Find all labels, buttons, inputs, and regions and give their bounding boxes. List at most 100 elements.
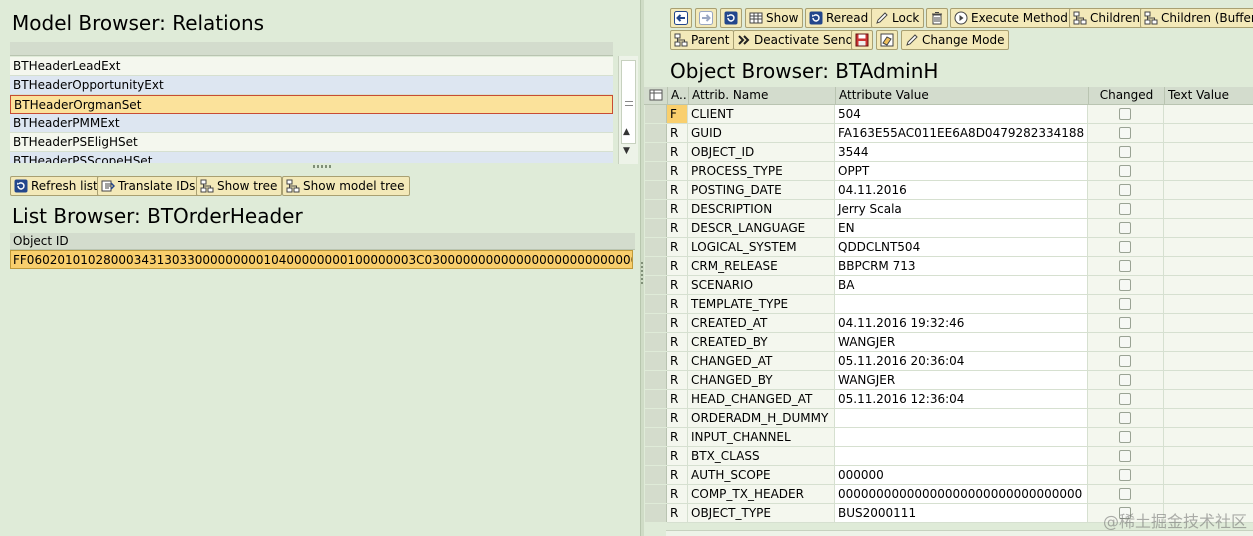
changed-checkbox[interactable] <box>1119 488 1131 500</box>
lock-button[interactable]: Lock <box>871 8 925 28</box>
object-id-column-header[interactable]: Object ID <box>13 234 69 248</box>
changed-checkbox[interactable] <box>1119 393 1131 405</box>
attr-value-cell[interactable]: EN <box>835 219 1088 238</box>
row-selector[interactable] <box>645 504 667 522</box>
attr-value-cell[interactable]: 05.11.2016 20:36:04 <box>835 352 1088 371</box>
attr-value-cell[interactable]: OPPT <box>835 162 1088 181</box>
changed-checkbox[interactable] <box>1119 317 1131 329</box>
splitter-grip[interactable] <box>641 262 643 284</box>
changed-checkbox[interactable] <box>1119 241 1131 253</box>
attr-value-cell[interactable]: 000000 <box>835 466 1088 485</box>
reread-button[interactable]: Reread <box>805 8 874 28</box>
pane-resize-grip[interactable] <box>313 165 333 168</box>
attr-value-cell[interactable]: 04.11.2016 19:32:46 <box>835 314 1088 333</box>
execute-method-button[interactable]: Execute Method <box>950 8 1073 28</box>
changed-checkbox[interactable] <box>1119 108 1131 120</box>
row-selector[interactable] <box>645 124 667 142</box>
text-value-column-header[interactable]: Text Value <box>1164 87 1253 105</box>
children-buffer-button[interactable]: Children (Buffer) <box>1140 8 1253 28</box>
attr-value-cell[interactable]: WANGJER <box>835 371 1088 390</box>
attribute-value-column-header[interactable]: Attribute Value <box>835 87 1088 105</box>
attr-value-cell[interactable]: 3544 <box>835 143 1088 162</box>
changed-checkbox[interactable] <box>1119 222 1131 234</box>
relation-list-item[interactable]: BTHeaderLeadExt <box>10 57 613 76</box>
attr-value-cell[interactable]: 04.11.2016 <box>835 181 1088 200</box>
delete-button[interactable] <box>926 8 948 28</box>
row-selector[interactable] <box>645 143 667 161</box>
row-selector[interactable] <box>645 314 667 332</box>
object-id-row[interactable]: FF06020101028000343130330000000001040000… <box>10 250 633 269</box>
row-selector[interactable] <box>645 181 667 199</box>
row-selector[interactable] <box>645 257 667 275</box>
parent-button[interactable]: Parent <box>670 30 735 50</box>
row-selector[interactable] <box>645 105 667 123</box>
attr-value-cell[interactable] <box>835 295 1088 314</box>
changed-checkbox[interactable] <box>1119 184 1131 196</box>
row-selector[interactable] <box>645 390 667 408</box>
changed-checkbox[interactable] <box>1119 374 1131 386</box>
relation-list-item[interactable]: BTHeaderPSScopeHSet <box>10 152 613 163</box>
scroll-down-icon[interactable]: ▼ <box>623 146 630 156</box>
changed-checkbox[interactable] <box>1119 260 1131 272</box>
attr-value-cell[interactable]: WANGJER <box>835 333 1088 352</box>
attr-value-cell[interactable] <box>835 447 1088 466</box>
refresh-list-button[interactable]: Refresh list <box>10 176 103 196</box>
row-selector[interactable] <box>645 238 667 256</box>
scroll-up-icon[interactable]: ▲ <box>623 127 630 137</box>
attr-value-cell[interactable]: BUS2000111 <box>835 504 1088 523</box>
attr-value-cell[interactable]: 00000000000000000000000000000000 <box>835 485 1088 504</box>
changed-checkbox[interactable] <box>1119 165 1131 177</box>
relation-list-item[interactable]: BTHeaderPSEligHSet <box>10 133 613 152</box>
save-button[interactable] <box>851 30 873 50</box>
changed-checkbox[interactable] <box>1119 431 1131 443</box>
changed-checkbox[interactable] <box>1119 298 1131 310</box>
attr-value-cell[interactable]: 05.11.2016 12:36:04 <box>835 390 1088 409</box>
translate-ids-button[interactable]: Translate IDs <box>97 176 201 196</box>
edit-toggle-button[interactable] <box>876 30 898 50</box>
relation-list-item[interactable]: BTHeaderOrgmanSet <box>10 95 613 114</box>
changed-column-header[interactable]: Changed <box>1088 87 1164 105</box>
deactivate-send-button[interactable]: Deactivate Send <box>733 30 859 50</box>
attr-value-cell[interactable]: FA163E55AC011EE6A8D0479282334188 <box>835 124 1088 143</box>
attr-value-cell[interactable]: QDDCLNT504 <box>835 238 1088 257</box>
attr-value-cell[interactable]: Jerry Scala <box>835 200 1088 219</box>
changed-checkbox[interactable] <box>1119 279 1131 291</box>
relations-scrollbar[interactable]: ▲ ▼ <box>618 56 638 164</box>
row-selector[interactable] <box>645 466 667 484</box>
changed-checkbox[interactable] <box>1119 412 1131 424</box>
attr-value-cell[interactable] <box>835 409 1088 428</box>
row-selector[interactable] <box>645 485 667 503</box>
show-model-tree-button[interactable]: Show model tree <box>282 176 410 196</box>
change-mode-button[interactable]: Change Mode <box>901 30 1010 50</box>
forward-button[interactable] <box>695 8 717 28</box>
row-selector[interactable] <box>645 162 667 180</box>
row-selector[interactable] <box>645 409 667 427</box>
children-button[interactable]: Children <box>1069 8 1145 28</box>
attr-value-cell[interactable]: BBPCRM 713 <box>835 257 1088 276</box>
row-selector[interactable] <box>645 428 667 446</box>
row-selector[interactable] <box>645 276 667 294</box>
attr-value-cell[interactable]: 504 <box>835 105 1088 124</box>
attrib-name-column-header[interactable]: Attrib. Name <box>688 87 835 105</box>
changed-checkbox[interactable] <box>1119 450 1131 462</box>
changed-checkbox[interactable] <box>1119 355 1131 367</box>
row-selector[interactable] <box>645 295 667 313</box>
relation-list-item[interactable]: BTHeaderPMMExt <box>10 114 613 133</box>
changed-checkbox[interactable] <box>1119 469 1131 481</box>
row-selector[interactable] <box>645 447 667 465</box>
row-selector[interactable] <box>645 352 667 370</box>
show-tree-button[interactable]: Show tree <box>196 176 283 196</box>
row-selector[interactable] <box>645 371 667 389</box>
row-selector[interactable] <box>645 219 667 237</box>
show-button[interactable]: Show <box>745 8 804 28</box>
row-selector[interactable] <box>645 333 667 351</box>
row-selector[interactable] <box>645 200 667 218</box>
column-settings-icon[interactable] <box>649 88 663 102</box>
back-button[interactable] <box>670 8 692 28</box>
changed-checkbox[interactable] <box>1119 146 1131 158</box>
changed-checkbox[interactable] <box>1119 336 1131 348</box>
attr-value-cell[interactable] <box>835 428 1088 447</box>
attr-value-cell[interactable]: BA <box>835 276 1088 295</box>
changed-checkbox[interactable] <box>1119 127 1131 139</box>
a-column-header[interactable]: A.. <box>667 87 687 105</box>
